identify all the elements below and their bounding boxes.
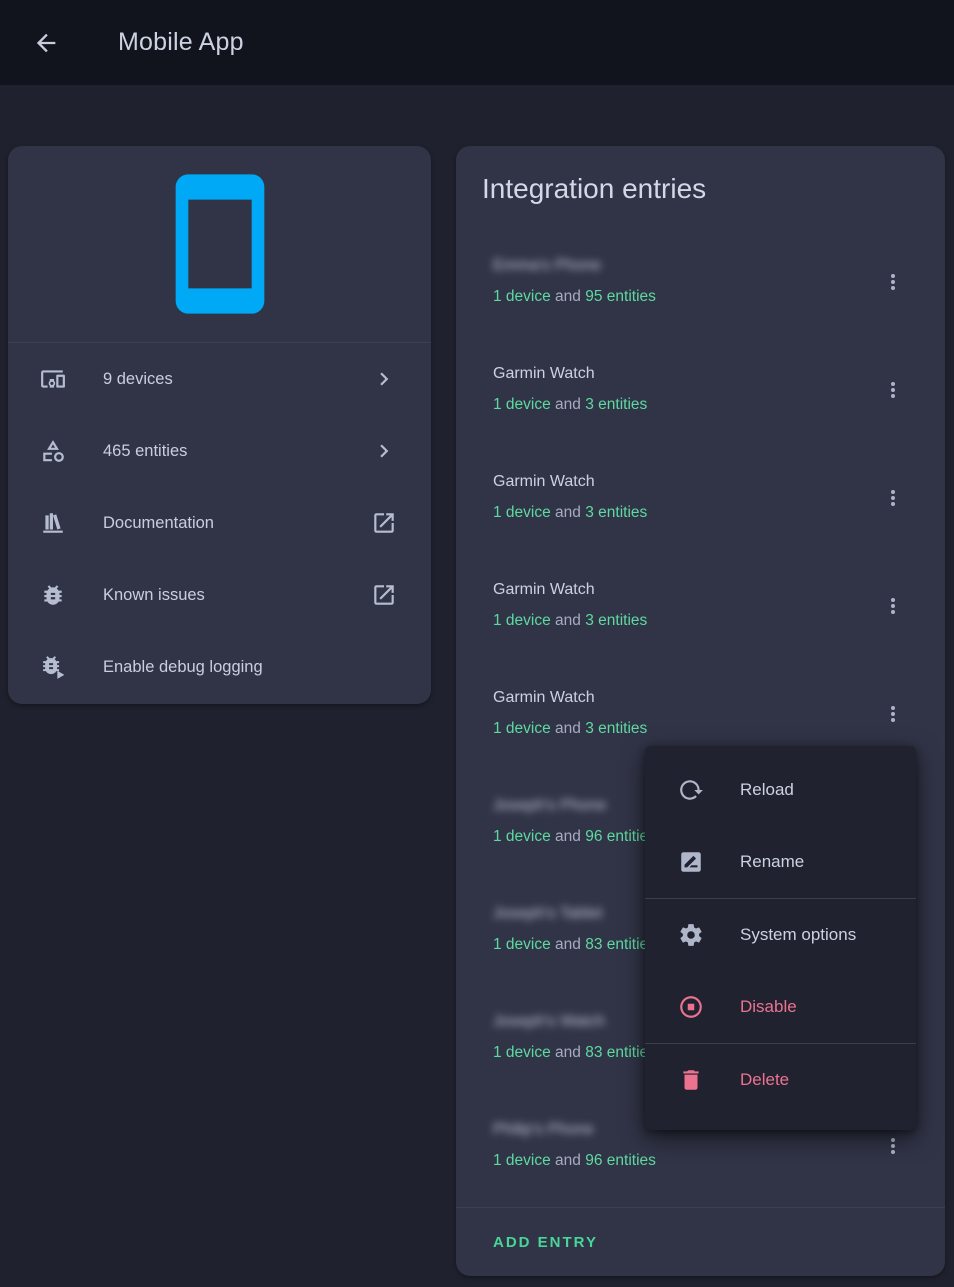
page-title: Mobile App [118, 28, 244, 57]
entry-row: Philip's Phone 1 device and 96 entities [456, 1118, 945, 1207]
entry-conjunction: and [551, 396, 585, 413]
cellphone-icon [144, 168, 296, 320]
bug-play-icon [40, 654, 66, 680]
entities-count-label: 465 entities [103, 442, 371, 461]
dots-vertical-icon [881, 1134, 905, 1158]
entry-devices-link[interactable]: 1 device [493, 612, 551, 629]
devices-count-label: 9 devices [103, 370, 371, 389]
entry-entities-link[interactable]: 3 entities [585, 504, 647, 521]
entry-context-menu: Reload Rename System options Disable Del… [645, 746, 916, 1130]
entry-conjunction: and [551, 720, 585, 737]
bookshelf-icon [40, 510, 66, 536]
reload-icon [678, 777, 704, 803]
entry-name: Garmin Watch [493, 470, 881, 494]
entry-devices-link[interactable]: 1 device [493, 828, 551, 845]
entry-name: Garmin Watch [493, 362, 881, 386]
info-row-documentation[interactable]: Documentation [8, 487, 431, 559]
entry-name: Garmin Watch [493, 578, 881, 602]
dots-vertical-icon [881, 270, 905, 294]
integration-icon-area [8, 146, 431, 343]
entry-entities-link[interactable]: 3 entities [585, 612, 647, 629]
entry-conjunction: and [551, 504, 585, 521]
entry-devices-link[interactable]: 1 device [493, 396, 551, 413]
entry-entities-link[interactable]: 3 entities [585, 720, 647, 737]
menu-item-reload[interactable]: Reload [645, 754, 916, 826]
entry-devices-link[interactable]: 1 device [493, 720, 551, 737]
entry-row: Emma's Phone 1 device and 95 entities [456, 254, 945, 362]
open-in-new-icon [371, 510, 397, 536]
dots-vertical-icon [881, 486, 905, 510]
stop-circle-icon [678, 994, 704, 1020]
devices-icon [40, 366, 66, 392]
chevron-right-icon [371, 366, 397, 392]
add-entry-button[interactable]: ADD ENTRY [493, 1234, 598, 1251]
back-button[interactable] [32, 29, 60, 57]
menu-item-label: Disable [740, 997, 797, 1017]
menu-item-label: Rename [740, 852, 804, 872]
entry-menu-button[interactable] [881, 378, 905, 402]
entry-name: Emma's Phone [493, 254, 881, 278]
open-in-new-icon [371, 582, 397, 608]
entry-devices-link[interactable]: 1 device [493, 288, 551, 305]
entry-menu-button[interactable] [881, 1134, 905, 1158]
entry-row: Garmin Watch 1 device and 3 entities [456, 470, 945, 578]
entry-devices-link[interactable]: 1 device [493, 936, 551, 953]
arrow-left-icon [32, 29, 60, 57]
dots-vertical-icon [881, 702, 905, 726]
debug-logging-label: Enable debug logging [103, 658, 397, 677]
menu-item-delete[interactable]: Delete [645, 1044, 916, 1116]
info-row-devices[interactable]: 9 devices [8, 343, 431, 415]
entry-entities-link[interactable]: 95 entities [585, 288, 656, 305]
delete-icon [678, 1067, 704, 1093]
menu-item-label: Delete [740, 1070, 789, 1090]
entry-menu-button[interactable] [881, 486, 905, 510]
entry-devices-link[interactable]: 1 device [493, 1044, 551, 1061]
integration-info-card: 9 devices 465 entities Documentation Kno… [8, 146, 431, 704]
menu-item-system-options[interactable]: System options [645, 899, 916, 971]
documentation-label: Documentation [103, 514, 371, 533]
entry-conjunction: and [551, 828, 585, 845]
entry-name: Garmin Watch [493, 686, 881, 710]
entry-conjunction: and [551, 288, 585, 305]
info-row-known-issues[interactable]: Known issues [8, 559, 431, 631]
cog-icon [678, 922, 704, 948]
bug-icon [40, 582, 66, 608]
app-header: Mobile App [0, 0, 954, 85]
entry-entities-link[interactable]: 96 entities [585, 1152, 656, 1169]
info-row-debug-logging[interactable]: Enable debug logging [8, 631, 431, 703]
add-entry-section: ADD ENTRY [456, 1207, 945, 1276]
entry-entities-link[interactable]: 3 entities [585, 396, 647, 413]
shapes-icon [40, 438, 66, 464]
entry-conjunction: and [551, 936, 585, 953]
entry-devices-link[interactable]: 1 device [493, 504, 551, 521]
entries-card-title: Integration entries [482, 172, 919, 206]
entry-devices-link[interactable]: 1 device [493, 1152, 551, 1169]
known-issues-label: Known issues [103, 586, 371, 605]
dots-vertical-icon [881, 378, 905, 402]
entry-menu-button[interactable] [881, 594, 905, 618]
entry-conjunction: and [551, 1152, 585, 1169]
chevron-right-icon [371, 438, 397, 464]
menu-item-label: Reload [740, 780, 794, 800]
rename-box-icon [678, 849, 704, 875]
menu-item-rename[interactable]: Rename [645, 826, 916, 898]
entry-row: Garmin Watch 1 device and 3 entities [456, 578, 945, 686]
entry-conjunction: and [551, 1044, 585, 1061]
dots-vertical-icon [881, 594, 905, 618]
entry-menu-button[interactable] [881, 270, 905, 294]
menu-item-label: System options [740, 925, 856, 945]
info-row-entities[interactable]: 465 entities [8, 415, 431, 487]
entry-menu-button[interactable] [881, 702, 905, 726]
entry-row: Garmin Watch 1 device and 3 entities [456, 362, 945, 470]
entry-conjunction: and [551, 612, 585, 629]
menu-item-disable[interactable]: Disable [645, 971, 916, 1043]
